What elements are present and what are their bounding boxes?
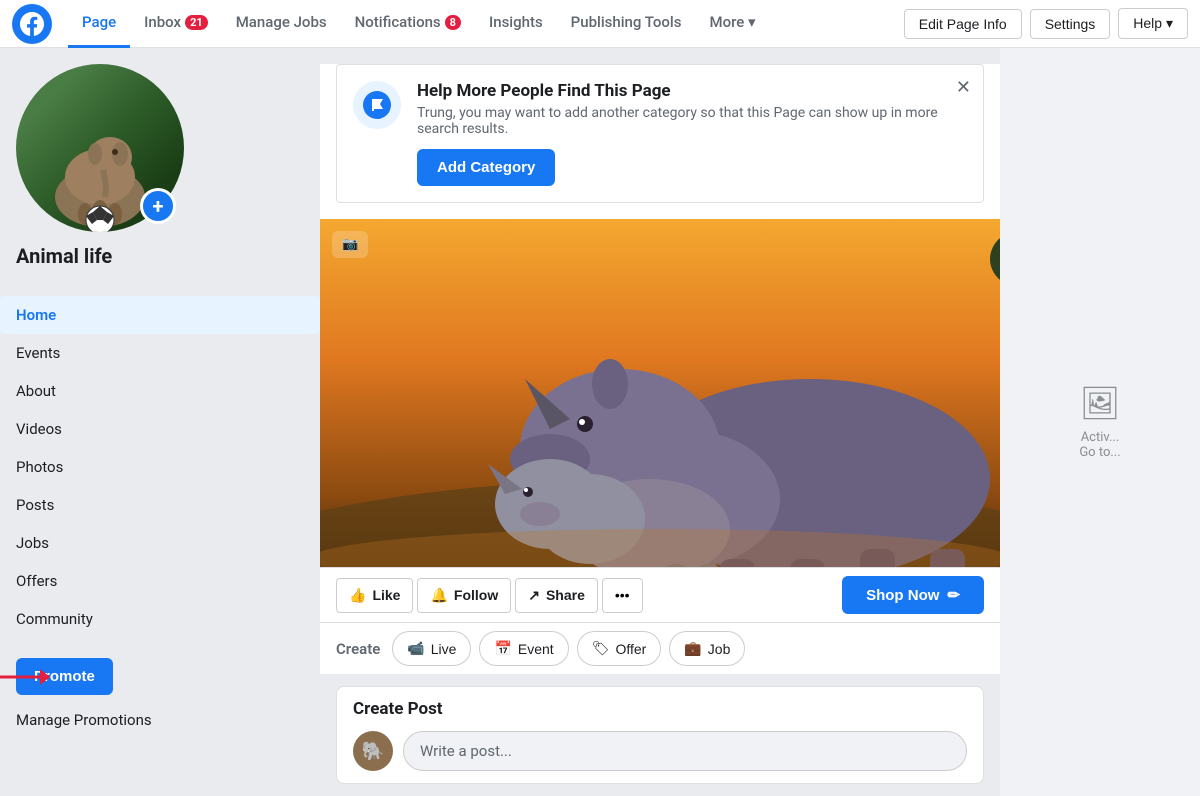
- help-button[interactable]: Help ▾: [1118, 8, 1188, 39]
- tab-notifications[interactable]: Notifications 8: [341, 0, 475, 48]
- create-label: Create: [336, 640, 380, 658]
- cover-area: Help More People Find This Page Trung, y…: [320, 64, 1000, 674]
- share-icon: ↗: [528, 587, 540, 604]
- create-live-button[interactable]: 📹 Live: [392, 631, 471, 666]
- offer-icon: 🏷: [592, 640, 610, 657]
- notification-description: Trung, you may want to add another categ…: [417, 105, 967, 137]
- cover-photo-svg: [320, 219, 1000, 567]
- sidebar-item-posts[interactable]: Posts: [0, 486, 320, 524]
- right-sidebar: 🖼 Activ...Go to...: [1000, 48, 1200, 796]
- create-event-button[interactable]: 📅 Event: [479, 631, 568, 666]
- profile-section: + Animal life: [0, 64, 320, 296]
- inbox-badge: 21: [185, 15, 208, 30]
- tab-inbox[interactable]: Inbox 21: [130, 0, 222, 48]
- event-icon: 📅: [494, 640, 511, 657]
- nav-right: Edit Page Info Settings Help ▾: [904, 0, 1188, 47]
- nav-left: Page Inbox 21 Manage Jobs Notifications …: [12, 0, 770, 47]
- post-input[interactable]: Write a post...: [403, 731, 967, 771]
- tab-publishing-tools[interactable]: Publishing Tools: [557, 0, 696, 48]
- notification-icon-wrap: [353, 81, 401, 129]
- sidebar-item-events[interactable]: Events: [0, 334, 320, 372]
- avatar-wrap: +: [16, 64, 184, 232]
- settings-button[interactable]: Settings: [1030, 9, 1111, 39]
- nav-tabs: Page Inbox 21 Manage Jobs Notifications …: [68, 0, 770, 48]
- activity-text: Activ...Go to...: [1079, 430, 1120, 460]
- close-banner-button[interactable]: ✕: [956, 77, 971, 98]
- sidebar-item-community[interactable]: Community: [0, 600, 320, 638]
- main-content: Help More People Find This Page Trung, y…: [320, 48, 1000, 796]
- add-photo-button[interactable]: +: [140, 188, 176, 224]
- post-author-avatar: 🐘: [353, 731, 393, 771]
- more-actions-button[interactable]: •••: [602, 578, 643, 613]
- tab-insights[interactable]: Insights: [475, 0, 557, 48]
- job-icon: 💼: [684, 640, 701, 657]
- promote-section: Promote: [0, 650, 320, 703]
- tab-page[interactable]: Page: [68, 0, 130, 48]
- camera-icon: 📷: [342, 237, 358, 252]
- activity-icon: 🖼: [1079, 384, 1120, 422]
- edit-page-info-button[interactable]: Edit Page Info: [904, 9, 1022, 39]
- sidebar-item-photos[interactable]: Photos: [0, 448, 320, 486]
- cover-camera-button[interactable]: 📷: [332, 231, 368, 258]
- page-name: Animal life: [16, 244, 112, 268]
- sidebar-item-about[interactable]: About: [0, 372, 320, 410]
- sidebar-menu: Home Events About Videos Photos Posts Jo…: [0, 296, 320, 638]
- cover-photo: 📷: [320, 219, 1000, 567]
- add-category-button[interactable]: Add Category: [417, 149, 555, 186]
- like-button[interactable]: 👍 Like: [336, 578, 413, 613]
- notification-title: Help More People Find This Page: [417, 81, 967, 101]
- red-arrow: [0, 657, 50, 697]
- notifications-badge: 8: [445, 15, 461, 30]
- notification-banner: Help More People Find This Page Trung, y…: [336, 64, 984, 203]
- follow-button[interactable]: 🔔 Follow: [417, 578, 511, 613]
- facebook-logo: [12, 4, 52, 44]
- sidebar-item-jobs[interactable]: Jobs: [0, 524, 320, 562]
- create-job-button[interactable]: 💼 Job: [669, 631, 745, 666]
- like-icon: 👍: [349, 587, 366, 604]
- create-offer-button[interactable]: 🏷 Offer: [577, 631, 662, 666]
- top-navigation: Page Inbox 21 Manage Jobs Notifications …: [0, 0, 1200, 48]
- tab-manage-jobs[interactable]: Manage Jobs: [222, 0, 341, 48]
- flag-icon: [363, 91, 391, 119]
- sidebar-item-offers[interactable]: Offers: [0, 562, 320, 600]
- create-bar: Create 📹 Live 📅 Event 🏷 Offer 💼 Job: [320, 622, 1000, 674]
- shop-now-button[interactable]: Shop Now ✏: [842, 576, 984, 614]
- manage-promotions-link[interactable]: Manage Promotions: [0, 703, 320, 737]
- main-layout: + Animal life Home Events About Videos P…: [0, 48, 1200, 796]
- tab-more[interactable]: More ▾: [695, 0, 769, 48]
- create-post-header: Create Post: [353, 699, 967, 719]
- activity-placeholder: 🖼 Activ...Go to...: [1071, 376, 1128, 468]
- action-bar-left: 👍 Like 🔔 Follow ↗ Share •••: [336, 578, 643, 613]
- create-post-row: 🐘 Write a post...: [353, 731, 967, 771]
- pencil-icon: ✏: [947, 586, 960, 604]
- share-button[interactable]: ↗ Share: [515, 578, 598, 613]
- sidebar-item-home[interactable]: Home: [0, 296, 320, 334]
- action-bar: 👍 Like 🔔 Follow ↗ Share ••• Shop Now: [320, 567, 1000, 622]
- sidebar-item-videos[interactable]: Videos: [0, 410, 320, 448]
- live-icon: 📹: [407, 640, 424, 657]
- left-sidebar: + Animal life Home Events About Videos P…: [0, 48, 320, 796]
- create-post-section: Create Post 🐘 Write a post...: [336, 686, 984, 784]
- follow-icon: 🔔: [430, 587, 447, 604]
- notification-content: Help More People Find This Page Trung, y…: [417, 81, 967, 186]
